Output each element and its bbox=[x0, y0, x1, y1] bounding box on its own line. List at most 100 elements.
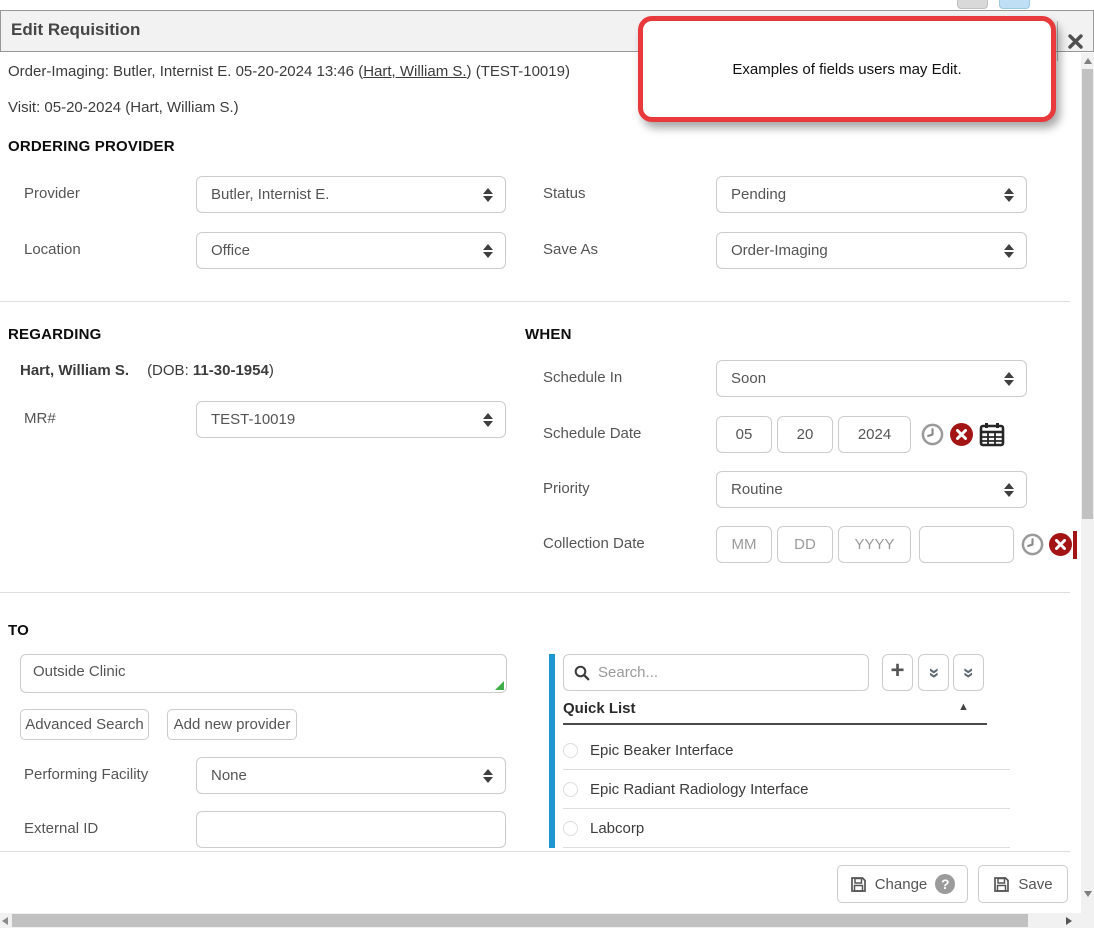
add-new-provider-button[interactable]: Add new provider bbox=[167, 709, 297, 740]
location-select[interactable]: Office bbox=[196, 232, 506, 269]
expand-all-button[interactable]: » bbox=[918, 654, 949, 691]
schedule-time-clock-icon[interactable] bbox=[921, 423, 944, 446]
save-button[interactable]: Save bbox=[978, 865, 1068, 903]
resize-handle-icon[interactable] bbox=[495, 681, 504, 690]
priority-select[interactable]: Routine bbox=[716, 471, 1027, 508]
scroll-up-arrow-icon[interactable] bbox=[1084, 58, 1092, 64]
search-icon bbox=[574, 665, 590, 681]
vertical-scrollbar[interactable] bbox=[1081, 53, 1094, 913]
select-caret-icon bbox=[1004, 244, 1014, 258]
order-summary-line: Order-Imaging: Butler, Internist E. 05-2… bbox=[8, 63, 570, 80]
schedule-date-clear-icon[interactable] bbox=[950, 423, 973, 446]
quick-list-item[interactable]: Epic Beaker Interface bbox=[563, 731, 1010, 770]
collection-date-day-input[interactable] bbox=[777, 526, 833, 563]
mr-select[interactable]: TEST-10019 bbox=[196, 401, 506, 438]
save-as-select[interactable]: Order-Imaging bbox=[716, 232, 1027, 269]
mr-label: MR# bbox=[24, 410, 56, 427]
status-label: Status bbox=[543, 185, 586, 202]
radio-button[interactable] bbox=[563, 821, 578, 836]
external-id-input[interactable] bbox=[196, 811, 506, 848]
schedule-in-value: Soon bbox=[731, 370, 996, 387]
performing-facility-value: None bbox=[211, 767, 475, 784]
quick-list-underline bbox=[563, 723, 987, 725]
save-as-label: Save As bbox=[543, 241, 598, 258]
location-value: Office bbox=[211, 242, 475, 259]
schedule-date-month-input[interactable] bbox=[716, 416, 772, 453]
chevron-double-up-icon: « bbox=[957, 667, 979, 678]
advanced-search-button[interactable]: Advanced Search bbox=[20, 709, 149, 740]
status-select[interactable]: Pending bbox=[716, 176, 1027, 213]
collection-date-clear-icon[interactable] bbox=[1049, 533, 1072, 556]
patient-name: Hart, William S. bbox=[20, 362, 129, 379]
scroll-left-arrow-icon[interactable] bbox=[2, 917, 8, 925]
order-summary-prefix: Order-Imaging: Butler, Internist E. 05-2… bbox=[8, 63, 363, 80]
change-label: Change bbox=[875, 876, 928, 893]
section-heading-ordering-provider: ORDERING PROVIDER bbox=[8, 138, 175, 155]
mr-value: TEST-10019 bbox=[211, 411, 475, 428]
scroll-down-arrow-icon[interactable] bbox=[1084, 891, 1092, 897]
quick-list-item[interactable]: Epic Radiant Radiology Interface bbox=[563, 770, 1010, 809]
change-button[interactable]: Change ? bbox=[837, 865, 968, 903]
horizontal-scrollbar[interactable] bbox=[0, 913, 1094, 928]
save-label: Save bbox=[1018, 876, 1052, 893]
select-caret-icon bbox=[483, 188, 493, 202]
vertical-scrollbar-thumb[interactable] bbox=[1082, 69, 1093, 519]
save-disk-icon bbox=[993, 876, 1010, 893]
collection-date-year-input[interactable] bbox=[838, 526, 911, 563]
panel-accent-bar bbox=[549, 654, 555, 848]
location-label: Location bbox=[24, 241, 81, 258]
visit-line: Visit: 05-20-2024 (Hart, William S.) bbox=[8, 99, 239, 116]
provider-select[interactable]: Butler, Internist E. bbox=[196, 176, 506, 213]
radio-button[interactable] bbox=[563, 743, 578, 758]
schedule-in-select[interactable]: Soon bbox=[716, 360, 1027, 397]
save-as-value: Order-Imaging bbox=[731, 242, 996, 259]
dob-prefix: (DOB: bbox=[147, 362, 193, 379]
divider bbox=[0, 851, 1070, 852]
collapse-triangle-icon[interactable]: ▲ bbox=[958, 701, 969, 713]
add-recipient-button[interactable]: + bbox=[882, 654, 913, 691]
page-title: Edit Requisition bbox=[11, 20, 140, 40]
directory-search[interactable] bbox=[563, 654, 869, 691]
quick-list-item-label: Epic Beaker Interface bbox=[590, 742, 733, 759]
collection-time-clock-icon[interactable] bbox=[1021, 533, 1044, 556]
quick-list-item[interactable]: Labcorp bbox=[563, 809, 1010, 848]
clipped-red-icon bbox=[1073, 531, 1077, 559]
section-heading-regarding: REGARDING bbox=[8, 326, 101, 343]
radio-button[interactable] bbox=[563, 782, 578, 797]
status-value: Pending bbox=[731, 186, 996, 203]
cropped-top-button-gray[interactable] bbox=[957, 0, 988, 9]
collection-time-input[interactable] bbox=[919, 526, 1014, 563]
quick-list-title: Quick List bbox=[563, 700, 636, 717]
collection-date-month-input[interactable] bbox=[716, 526, 772, 563]
annotation-text: Examples of fields users may Edit. bbox=[732, 61, 961, 78]
patient-dob: 11-30-1954 bbox=[193, 362, 269, 379]
search-input[interactable] bbox=[598, 664, 858, 681]
recipient-textarea[interactable]: Outside Clinic bbox=[20, 654, 507, 693]
select-caret-icon bbox=[1004, 483, 1014, 497]
collapse-all-button[interactable]: « bbox=[953, 654, 984, 691]
performing-facility-select[interactable]: None bbox=[196, 757, 506, 794]
performing-facility-label: Performing Facility bbox=[24, 766, 148, 783]
patient-dob-line: Hart, William S. (DOB: 11-30-1954) bbox=[20, 362, 274, 379]
select-caret-icon bbox=[483, 244, 493, 258]
quick-list-item-label: Epic Radiant Radiology Interface bbox=[590, 781, 808, 798]
schedule-date-day-input[interactable] bbox=[777, 416, 833, 453]
divider bbox=[0, 592, 1070, 593]
order-summary-mid: ) ( bbox=[467, 63, 481, 80]
schedule-date-year-input[interactable] bbox=[838, 416, 911, 453]
help-icon[interactable]: ? bbox=[935, 874, 955, 894]
annotation-callout: Examples of fields users may Edit. bbox=[638, 16, 1056, 122]
schedule-date-calendar-icon[interactable] bbox=[979, 421, 1005, 447]
provider-label: Provider bbox=[24, 185, 80, 202]
scroll-right-arrow-icon[interactable] bbox=[1066, 917, 1072, 925]
patient-link[interactable]: Hart, William S. bbox=[363, 63, 466, 80]
horizontal-scrollbar-thumb[interactable] bbox=[12, 914, 1028, 927]
select-caret-icon bbox=[483, 769, 493, 783]
external-id-label: External ID bbox=[24, 820, 98, 837]
schedule-in-label: Schedule In bbox=[543, 369, 622, 386]
select-caret-icon bbox=[1004, 372, 1014, 386]
cropped-top-button-blue[interactable] bbox=[999, 0, 1030, 9]
add-new-provider-label: Add new provider bbox=[174, 716, 291, 733]
dob-suffix: ) bbox=[269, 362, 274, 379]
collection-date-label: Collection Date bbox=[543, 535, 645, 552]
